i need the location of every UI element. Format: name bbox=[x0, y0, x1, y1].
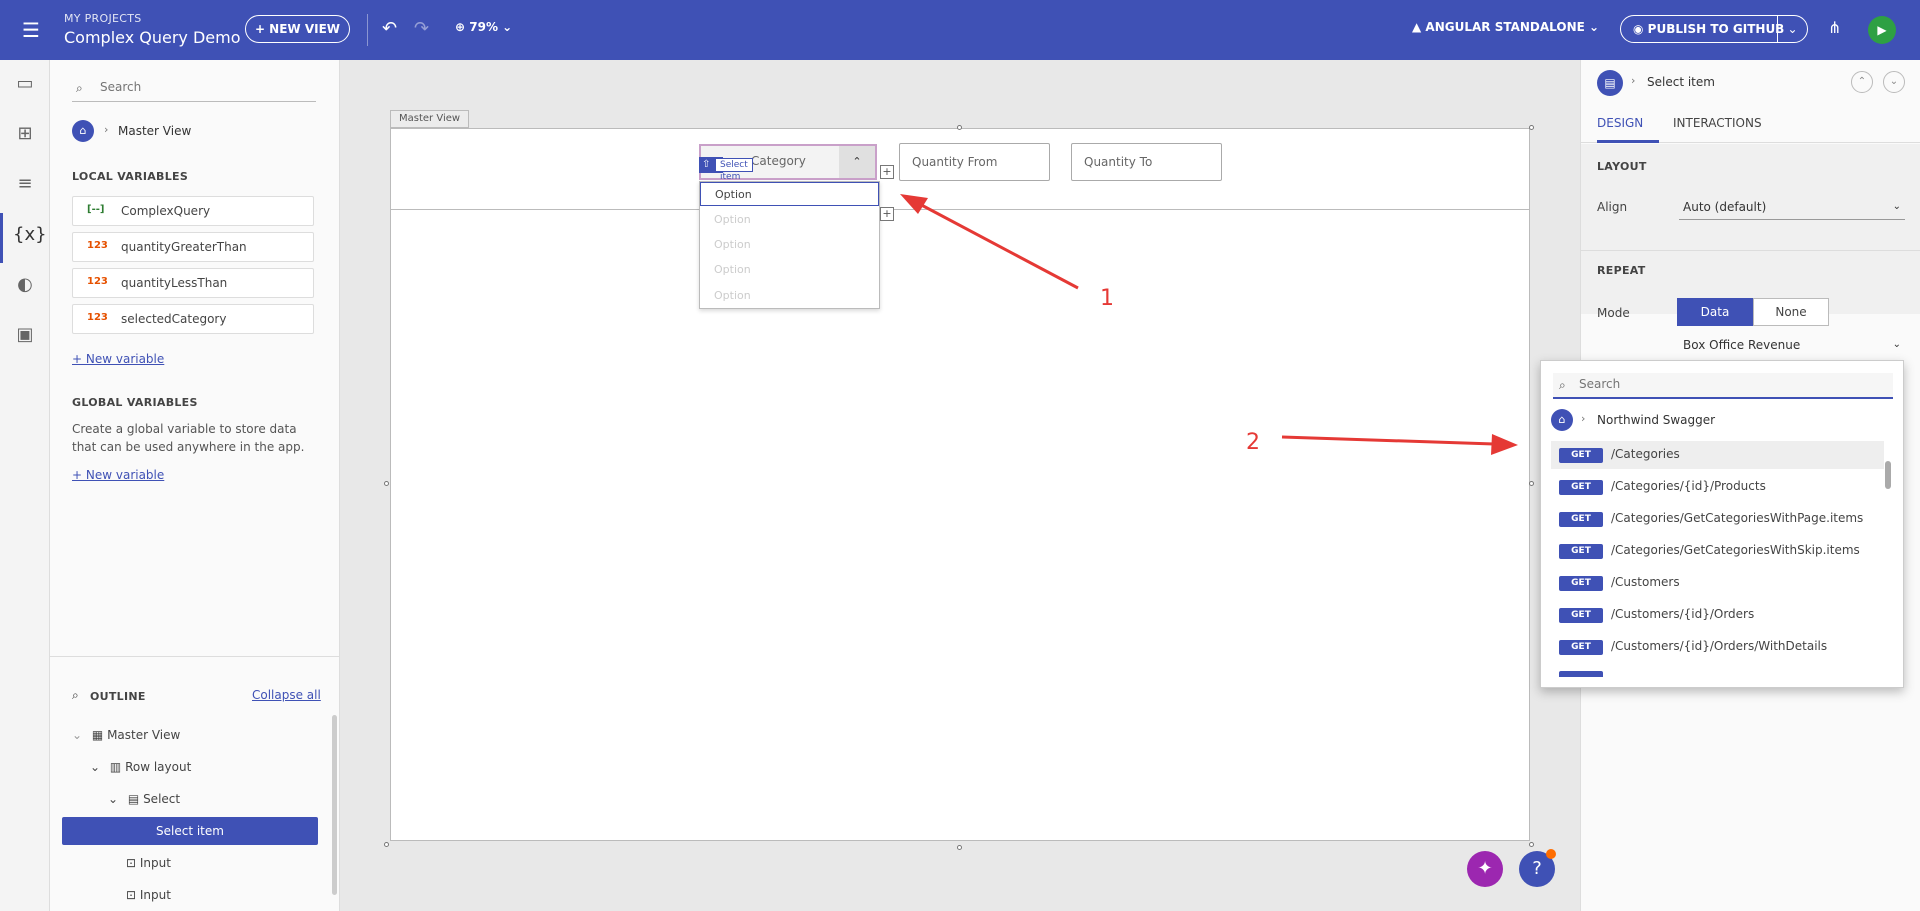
chevron-right-icon: › bbox=[1631, 74, 1636, 87]
chevron-up-icon[interactable]: ⌃ bbox=[1851, 71, 1873, 93]
endpoint-path: /Categories/GetCategoriesWithSkip.items bbox=[1611, 543, 1860, 557]
annotation-label-2: 2 bbox=[1246, 430, 1260, 455]
tab-design[interactable]: DESIGN bbox=[1597, 116, 1643, 130]
method-badge: GET bbox=[1559, 608, 1603, 623]
popup-search-box: ⌕ bbox=[1553, 373, 1893, 399]
endpoint-item[interactable]: GET /Customers/{id}/Orders/WithDetails bbox=[1551, 633, 1884, 661]
endpoint-path: /Customers bbox=[1611, 575, 1680, 589]
endpoint-path: /Customers/{id}/Orders bbox=[1611, 607, 1755, 621]
endpoint-item-clipped[interactable] bbox=[1551, 667, 1884, 677]
endpoint-item[interactable]: GET /Customers bbox=[1551, 569, 1884, 597]
endpoint-item[interactable]: GET /Categories/{id}/Products bbox=[1551, 473, 1884, 501]
method-badge: GET bbox=[1559, 512, 1603, 527]
endpoint-item[interactable]: GET /Categories/GetCategoriesWithSkip.it… bbox=[1551, 537, 1884, 565]
method-badge: GET bbox=[1559, 544, 1603, 559]
select-component-icon: ▤ bbox=[1597, 70, 1623, 96]
endpoint-path: /Categories/{id}/Products bbox=[1611, 479, 1766, 493]
active-tab-indicator bbox=[1597, 140, 1659, 143]
scrollbar-thumb[interactable] bbox=[1885, 461, 1891, 489]
layout-title: LAYOUT bbox=[1597, 160, 1647, 173]
method-badge: GET bbox=[1559, 480, 1603, 495]
chevron-right-icon: › bbox=[1581, 412, 1586, 425]
method-badge: GET bbox=[1559, 640, 1603, 655]
mode-label: Mode bbox=[1597, 306, 1630, 320]
method-badge: GET bbox=[1559, 576, 1603, 591]
endpoint-path: /Customers/{id}/Orders/WithDetails bbox=[1611, 639, 1828, 653]
search-icon: ⌕ bbox=[1559, 378, 1566, 392]
endpoint-path: /Categories/GetCategoriesWithPage.items bbox=[1611, 511, 1864, 525]
ai-assistant-icon[interactable]: ✦ bbox=[1467, 851, 1503, 887]
notification-dot bbox=[1546, 849, 1556, 859]
chevron-down-icon: ⌄ bbox=[1892, 201, 1901, 212]
mode-data-button[interactable]: Data bbox=[1677, 298, 1753, 326]
method-badge: GET bbox=[1559, 448, 1603, 463]
popup-scrollbar[interactable] bbox=[1885, 451, 1891, 681]
arrow-head-1 bbox=[900, 194, 928, 214]
method-badge bbox=[1559, 671, 1603, 677]
mode-none-button[interactable]: None bbox=[1753, 298, 1829, 326]
data-source-popup: ⌕ ⌂ › Northwind Swagger GET /Categories … bbox=[1540, 360, 1904, 688]
endpoint-path: /Categories bbox=[1611, 447, 1680, 461]
chevron-down-icon[interactable]: ⌄ bbox=[1883, 71, 1905, 93]
arrow-line-2 bbox=[1281, 435, 1495, 446]
endpoint-item[interactable]: GET /Categories bbox=[1551, 441, 1884, 469]
data-source-name[interactable]: Northwind Swagger bbox=[1597, 413, 1715, 427]
divider bbox=[1581, 250, 1920, 251]
data-source-value: Box Office Revenue bbox=[1683, 338, 1801, 352]
align-value: Auto (default) bbox=[1683, 200, 1767, 214]
align-label: Align bbox=[1597, 200, 1628, 214]
align-select[interactable]: Auto (default) ⌄ bbox=[1679, 194, 1905, 220]
tab-interactions[interactable]: INTERACTIONS bbox=[1673, 116, 1762, 130]
endpoint-item[interactable]: GET /Categories/GetCategoriesWithPage.it… bbox=[1551, 505, 1884, 533]
repeat-title: REPEAT bbox=[1597, 264, 1646, 277]
annotation-label-1: 1 bbox=[1100, 286, 1114, 311]
arrow-head-2 bbox=[1491, 434, 1518, 455]
arrow-line-1 bbox=[911, 198, 1079, 290]
home-icon[interactable]: ⌂ bbox=[1551, 409, 1573, 431]
component-breadcrumb[interactable]: Select item bbox=[1647, 75, 1715, 89]
data-source-select[interactable]: Box Office Revenue ⌄ bbox=[1679, 332, 1905, 358]
popup-search-input[interactable] bbox=[1579, 377, 1879, 391]
chevron-down-icon: ⌄ bbox=[1892, 339, 1901, 350]
endpoint-item[interactable]: GET /Customers/{id}/Orders bbox=[1551, 601, 1884, 629]
